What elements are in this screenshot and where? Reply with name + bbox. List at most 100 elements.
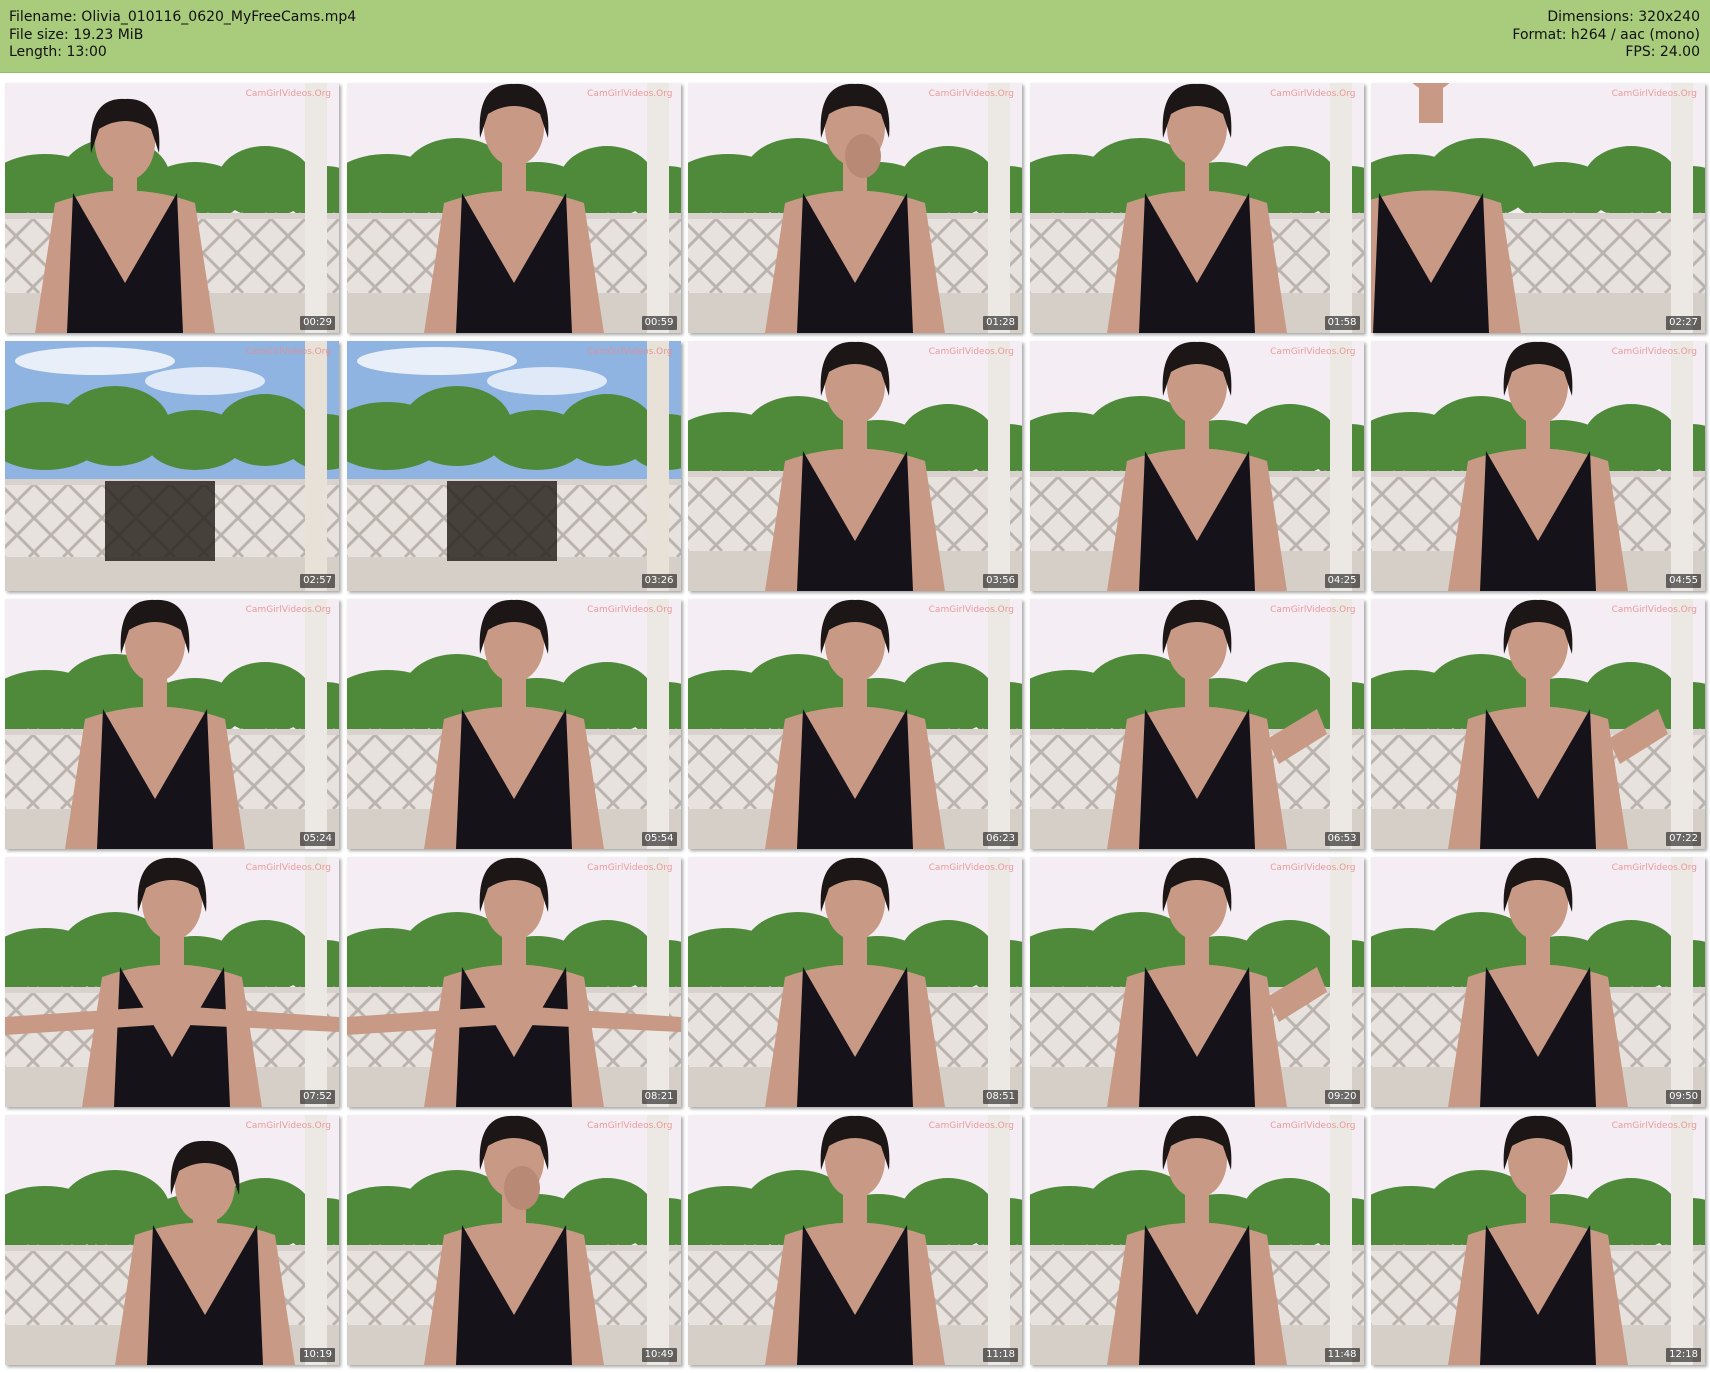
watermark-text: CamGirlVideos.Org [928,863,1014,873]
timestamp-label: 02:27 [1666,316,1701,330]
frame-image [1029,341,1364,591]
watermark-text: CamGirlVideos.Org [245,347,331,357]
frame-image [1029,1115,1364,1365]
timestamp-label: 04:55 [1666,574,1701,588]
watermark-text: CamGirlVideos.Org [1611,89,1697,99]
video-thumbnail: CamGirlVideos.Org 04:55 [1371,341,1705,591]
video-thumbnail: CamGirlVideos.Org 05:54 [346,599,681,849]
timestamp-label: 08:21 [641,1090,677,1104]
timestamp-label: 11:48 [1324,1348,1360,1362]
frame-image [346,341,681,591]
timestamp-label: 10:19 [300,1348,335,1362]
watermark-text: CamGirlVideos.Org [1270,89,1356,99]
filesize-text: File size: 19.23 MiB [9,26,144,43]
timestamp-label: 07:52 [300,1090,335,1104]
frame-image [346,1115,681,1365]
frame-image [688,1115,1022,1365]
thumbnail-grid: CamGirlVideos.Org 00:29 CamGirlVideos.Org… [5,83,1705,1365]
video-thumbnail: CamGirlVideos.Org 01:28 [688,83,1022,333]
watermark-text: CamGirlVideos.Org [587,863,673,873]
watermark-text: CamGirlVideos.Org [928,89,1014,99]
frame-image [688,83,1022,333]
video-thumbnail: CamGirlVideos.Org 11:48 [1029,1115,1364,1365]
watermark-text: CamGirlVideos.Org [1611,1121,1697,1131]
watermark-text: CamGirlVideos.Org [1270,1121,1356,1131]
frame-image [346,599,681,849]
frame-image [346,857,681,1107]
watermark-text: CamGirlVideos.Org [587,347,673,357]
watermark-text: CamGirlVideos.Org [587,605,673,615]
video-thumbnail: CamGirlVideos.Org 07:52 [5,857,339,1107]
frame-image [1371,599,1705,849]
timestamp-label: 10:49 [641,1348,677,1362]
frame-image [1029,599,1364,849]
frame-image [5,1115,339,1365]
format-text: Format: h264 / aac (mono) [1512,26,1700,43]
frame-image [5,341,339,591]
video-thumbnail: CamGirlVideos.Org 04:25 [1029,341,1364,591]
watermark-text: CamGirlVideos.Org [245,863,331,873]
frame-image [5,83,339,333]
timestamp-label: 05:24 [300,832,335,846]
timestamp-label: 06:23 [983,832,1018,846]
frame-image [1029,857,1364,1107]
frame-image [1371,857,1705,1107]
video-thumbnail: CamGirlVideos.Org 03:56 [688,341,1022,591]
frame-image [1371,83,1705,333]
fps-text: FPS: 24.00 [1625,44,1700,60]
watermark-text: CamGirlVideos.Org [1611,863,1697,873]
timestamp-label: 06:53 [1324,832,1360,846]
video-thumbnail: CamGirlVideos.Org 10:19 [5,1115,339,1365]
watermark-text: CamGirlVideos.Org [245,89,331,99]
frame-image [688,599,1022,849]
watermark-text: CamGirlVideos.Org [928,347,1014,357]
file-info: Filename: Olivia_010116_0620_MyFreeCams.… [9,9,356,62]
frame-image [1371,341,1705,591]
watermark-text: CamGirlVideos.Org [1270,863,1356,873]
filename-text: Filename: Olivia_010116_0620_MyFreeCams.… [9,9,357,25]
timestamp-label: 00:29 [300,316,335,330]
timestamp-label: 01:58 [1324,316,1360,330]
frame-image [1029,83,1364,333]
timestamp-label: 07:22 [1666,832,1701,846]
timestamp-label: 03:56 [983,574,1018,588]
timestamp-label: 00:59 [641,316,677,330]
watermark-text: CamGirlVideos.Org [587,89,673,99]
watermark-text: CamGirlVideos.Org [928,605,1014,615]
video-thumbnail: CamGirlVideos.Org 02:27 [1371,83,1705,333]
timestamp-label: 09:50 [1666,1090,1701,1104]
watermark-text: CamGirlVideos.Org [245,605,331,615]
video-thumbnail: CamGirlVideos.Org 05:24 [5,599,339,849]
video-thumbnail: CamGirlVideos.Org 11:18 [688,1115,1022,1365]
timestamp-label: 08:51 [983,1090,1018,1104]
timestamp-label: 01:28 [983,316,1018,330]
length-text: Length: 13:00 [9,44,107,60]
video-thumbnail: CamGirlVideos.Org 00:29 [5,83,339,333]
timestamp-label: 11:18 [983,1348,1018,1362]
video-thumbnail: CamGirlVideos.Org 08:51 [688,857,1022,1107]
frame-image [688,341,1022,591]
frame-image [346,83,681,333]
timestamp-label: 02:57 [300,574,335,588]
video-thumbnail: CamGirlVideos.Org 03:26 [346,341,681,591]
watermark-text: CamGirlVideos.Org [1611,347,1697,357]
timestamp-label: 09:20 [1324,1090,1360,1104]
timestamp-label: 12:18 [1666,1348,1701,1362]
timestamp-label: 03:26 [641,574,677,588]
timestamp-label: 05:54 [641,832,677,846]
watermark-text: CamGirlVideos.Org [1611,605,1697,615]
watermark-text: CamGirlVideos.Org [1270,347,1356,357]
stream-info: Dimensions: 320x240 Format: h264 / aac (… [1512,9,1700,62]
video-thumbnail: CamGirlVideos.Org 06:53 [1029,599,1364,849]
video-thumbnail: CamGirlVideos.Org 00:59 [346,83,681,333]
watermark-text: CamGirlVideos.Org [587,1121,673,1131]
video-thumbnail: CamGirlVideos.Org 02:57 [5,341,339,591]
video-thumbnail: CamGirlVideos.Org 08:21 [346,857,681,1107]
timestamp-label: 04:25 [1324,574,1360,588]
frame-image [1371,1115,1705,1365]
frame-image [5,599,339,849]
video-thumbnail: CamGirlVideos.Org 01:58 [1029,83,1364,333]
info-header: Filename: Olivia_010116_0620_MyFreeCams.… [0,0,1710,73]
video-thumbnail: CamGirlVideos.Org 09:20 [1029,857,1364,1107]
video-thumbnail: CamGirlVideos.Org 07:22 [1371,599,1705,849]
